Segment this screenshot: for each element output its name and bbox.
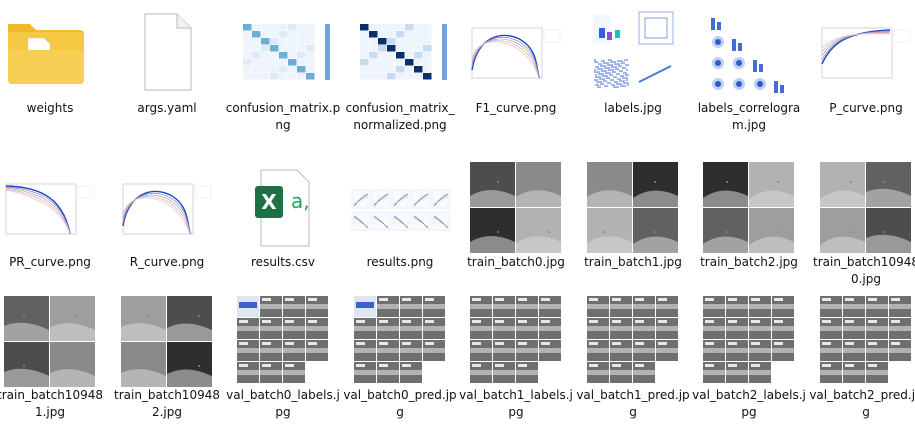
file-name: train_batch109480.jpg (813, 255, 915, 286)
val-batch-thumbnail (225, 292, 341, 392)
train-batch-thumbnail (109, 292, 225, 392)
confusion-matrix-thumbnail (225, 2, 341, 102)
val-batch-thumbnail (342, 292, 458, 392)
p-curve-thumbnail (808, 2, 915, 102)
file-name: results.png (366, 255, 434, 269)
file-name: labels_correlogram.jpg (697, 101, 801, 132)
val-batch-thumbnail (458, 292, 574, 392)
file-name: labels.jpg (604, 101, 662, 115)
file-name: args.yaml (137, 101, 197, 115)
train-batch-thumbnail (808, 158, 915, 258)
file-name: R_curve.png (129, 255, 205, 269)
file-grid: weights args.yaml confusion_matrix.png conf… (0, 0, 915, 439)
file-name: P_curve.png (829, 101, 903, 115)
train-batch-thumbnail (458, 158, 574, 258)
file-name: val_batch2_labels.jpg (692, 388, 806, 419)
f1-curve-thumbnail (458, 2, 574, 102)
folder-icon (0, 2, 108, 102)
file-name: val_batch0_labels.jpg (226, 388, 340, 419)
svg-text:a,: a, (291, 189, 310, 213)
file-name: train_batch109481.jpg (0, 388, 103, 419)
file-name: train_batch2.jpg (700, 255, 798, 269)
val-batch-thumbnail (808, 292, 915, 392)
file-name: val_batch2_pred.jpg (809, 388, 915, 419)
file-name: train_batch109482.jpg (114, 388, 220, 419)
file-name: PR_curve.png (9, 255, 91, 269)
file-name: confusion_matrix_normalized.png (345, 101, 455, 132)
file-name: train_batch0.jpg (467, 255, 565, 269)
file-name: val_batch0_pred.jpg (343, 388, 457, 419)
labels-thumbnail (575, 2, 691, 102)
file-name: F1_curve.png (475, 101, 557, 115)
file-name: confusion_matrix.png (225, 101, 341, 132)
train-batch-thumbnail (0, 292, 108, 392)
val-batch-thumbnail (575, 292, 691, 392)
pr-curve-thumbnail (0, 158, 108, 258)
results-thumbnail (342, 158, 458, 258)
file-name: val_batch1_pred.jpg (576, 388, 690, 419)
labels-correlogram-thumbnail (691, 2, 807, 102)
val-batch-thumbnail (691, 292, 807, 392)
file-name: train_batch1.jpg (584, 255, 682, 269)
train-batch-thumbnail (691, 158, 807, 258)
file-name: val_batch1_labels.jpg (459, 388, 573, 419)
train-batch-thumbnail (575, 158, 691, 258)
file-name: weights (26, 101, 74, 115)
svg-text:X: X (261, 190, 277, 214)
file-name: results.csv (251, 255, 315, 269)
r-curve-thumbnail (109, 158, 225, 258)
excel-icon: Xa, (225, 158, 341, 258)
document-icon (109, 2, 225, 102)
confusion-matrix-normalized-thumbnail (342, 2, 458, 102)
